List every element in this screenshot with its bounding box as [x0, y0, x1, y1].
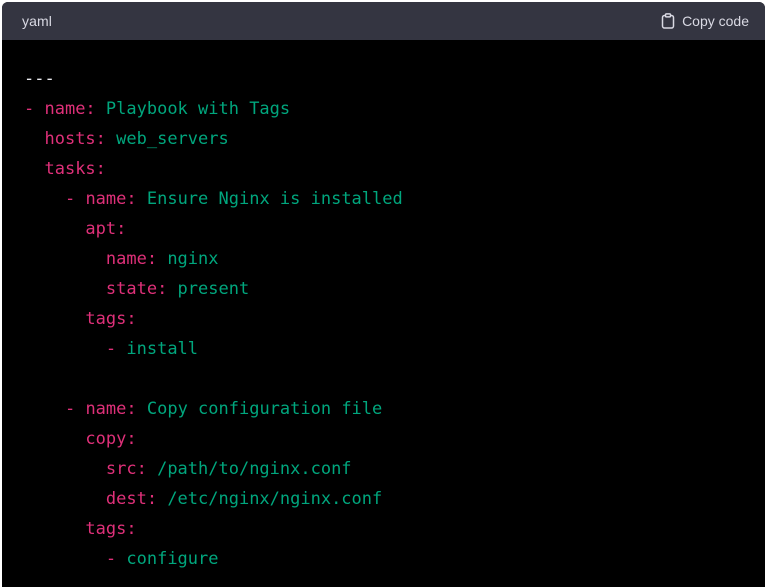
code-line: dest: /etc/nginx/nginx.conf: [24, 484, 403, 514]
yaml-key: copy:: [85, 429, 137, 449]
yaml-value: nginx: [157, 249, 219, 269]
yaml-value: /etc/nginx/nginx.conf: [157, 489, 383, 509]
copy-code-label: Copy code: [682, 13, 749, 29]
yaml-key: tags:: [85, 309, 137, 329]
code-block: yaml Copy code --- - name: Playbook with …: [2, 2, 765, 587]
code-line: - name: Copy configuration file: [24, 394, 403, 424]
yaml-list-dash: -: [24, 99, 45, 119]
yaml-key: src:: [105, 459, 147, 479]
yaml-key: name:: [44, 99, 96, 119]
yaml-doc-marker: ---: [24, 69, 55, 89]
code-line: - install: [24, 334, 403, 364]
yaml-key: name:: [85, 399, 137, 419]
yaml-value: present: [167, 279, 250, 299]
yaml-key: name:: [105, 249, 158, 269]
code-line: apt:: [24, 214, 403, 244]
yaml-value: Ensure Nginx is installed: [136, 189, 403, 209]
yaml-value: Copy configuration file: [136, 399, 383, 419]
code-line: - name: Playbook with Tags: [24, 94, 403, 124]
code-line: copy:: [24, 424, 403, 454]
yaml-key: hosts:: [44, 129, 106, 149]
yaml-key: tags:: [85, 519, 137, 539]
code-line: tags:: [24, 304, 403, 334]
code-line: - configure: [24, 544, 403, 574]
code-line: tags:: [24, 514, 403, 544]
code-line: hosts: web_servers: [24, 124, 403, 154]
yaml-key: state:: [105, 279, 168, 299]
yaml-key: dest:: [105, 489, 158, 509]
yaml-value: configure: [126, 549, 219, 569]
yaml-list-dash: -: [64, 399, 86, 419]
code-line: tasks:: [24, 154, 403, 184]
yaml-value: /path/to/nginx.conf: [146, 459, 352, 479]
copy-code-button[interactable]: Copy code: [661, 13, 749, 29]
yaml-value: Playbook with Tags: [95, 99, 291, 119]
code-line: state: present: [24, 274, 403, 304]
yaml-value: web_servers: [105, 129, 229, 149]
yaml-list-dash: -: [64, 189, 86, 209]
code-content: --- - name: Playbook with Tags hosts: web…: [24, 64, 403, 574]
clipboard-icon: [661, 13, 675, 29]
code-block-header: yaml Copy code: [2, 2, 765, 40]
yaml-key: apt:: [85, 219, 127, 239]
code-line: ---: [24, 64, 403, 94]
yaml-key: tasks:: [44, 159, 106, 179]
code-line: name: nginx: [24, 244, 403, 274]
yaml-list-dash: -: [105, 549, 127, 569]
yaml-key: name:: [85, 189, 137, 209]
language-label: yaml: [22, 13, 52, 29]
yaml-value: install: [126, 339, 199, 359]
yaml-list-dash: -: [105, 339, 127, 359]
code-line: - name: Ensure Nginx is installed: [24, 184, 403, 214]
code-line: src: /path/to/nginx.conf: [24, 454, 403, 484]
